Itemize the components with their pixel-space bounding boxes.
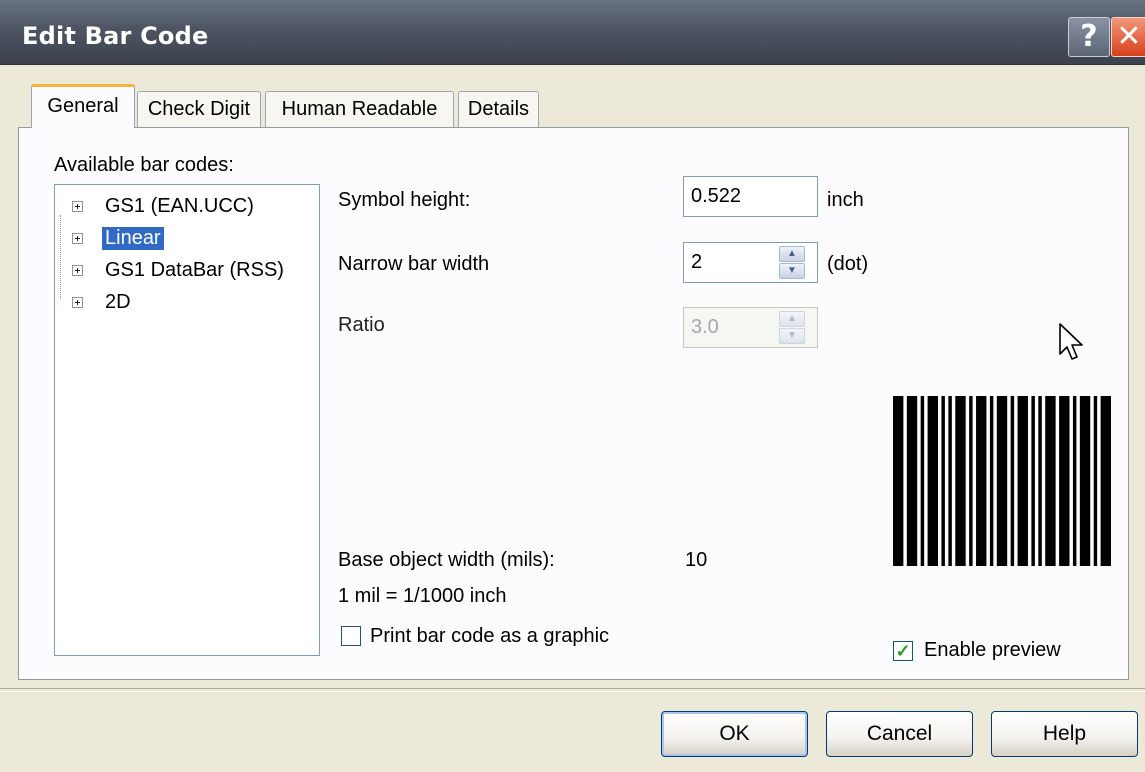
barcode-bar <box>906 396 918 566</box>
barcode-bar <box>1059 396 1070 566</box>
spin-down-icon[interactable]: ▼ <box>779 328 805 344</box>
symbol-height-label: Symbol height: <box>338 189 471 211</box>
enable-preview-checkbox[interactable]: ✓ <box>893 641 913 661</box>
plus-expand-icon[interactable] <box>72 265 83 276</box>
close-icon[interactable]: ✕ <box>1111 17 1145 57</box>
spin-up-icon[interactable]: ▲ <box>779 311 805 327</box>
barcode-bar <box>927 396 938 566</box>
barcode-bar <box>1010 396 1015 566</box>
spin-down-icon[interactable]: ▼ <box>779 263 805 279</box>
barcode-bar <box>996 396 1008 566</box>
tab-check-digit[interactable]: Check Digit <box>137 91 261 127</box>
help-icon[interactable]: ? <box>1068 17 1110 57</box>
barcode-bar <box>1031 396 1035 566</box>
mil-note: 1 mil = 1/1000 inch <box>338 585 507 607</box>
tree-item-label: Linear <box>102 227 164 250</box>
tab-general[interactable]: General <box>31 84 135 128</box>
barcode-bar <box>1100 396 1111 566</box>
base-object-width-label: Base object width (mils): <box>338 549 555 571</box>
ratio-spinner[interactable]: ▲ ▼ <box>779 311 805 345</box>
barcode-bar <box>920 396 925 566</box>
checkmark-icon: ✓ <box>895 641 911 661</box>
barcode-bar <box>1045 396 1056 566</box>
barcode-bar <box>1093 396 1098 566</box>
symbol-height-input[interactable]: 0.522 <box>683 176 818 217</box>
barcode-bar <box>941 396 945 566</box>
footer-separator <box>0 688 1145 692</box>
barcode-bar <box>955 396 966 566</box>
print-as-graphic-checkbox[interactable] <box>341 626 361 646</box>
tab-details[interactable]: Details <box>458 91 539 127</box>
help-button[interactable]: Help <box>991 711 1138 757</box>
base-object-width-value: 10 <box>685 549 708 571</box>
tree-item-label: GS1 (EAN.UCC) <box>105 195 254 217</box>
narrow-bar-width-label: Narrow bar width <box>338 253 490 275</box>
barcode-bar <box>1038 396 1042 566</box>
barcode-bar <box>948 396 952 566</box>
print-as-graphic-label[interactable]: Print bar code as a graphic <box>370 625 609 648</box>
window-title: Edit Bar Code <box>22 22 209 50</box>
barcode-bar <box>969 396 973 566</box>
spin-up-icon[interactable]: ▲ <box>779 246 805 262</box>
available-barcodes-label: Available bar codes: <box>54 154 234 176</box>
plus-expand-icon[interactable] <box>72 233 83 244</box>
symbol-height-unit: inch <box>827 189 864 211</box>
barcode-bar <box>1072 396 1077 566</box>
barcode-bar <box>1079 396 1091 566</box>
barcode-tree[interactable]: GS1 (EAN.UCC) Linear GS1 DataBar (RSS) 2… <box>54 184 320 656</box>
plus-expand-icon[interactable] <box>72 201 83 212</box>
ratio-label: Ratio <box>338 314 385 336</box>
narrow-bar-width-spinner[interactable]: ▲ ▼ <box>779 246 805 280</box>
ok-button[interactable]: OK <box>661 711 808 757</box>
mouse-cursor-icon <box>1059 323 1083 360</box>
tab-human-readable[interactable]: Human Readable <box>265 91 454 127</box>
barcode-bar <box>976 396 987 566</box>
narrow-bar-width-unit: (dot) <box>827 253 869 275</box>
tree-item-label: GS1 DataBar (RSS) <box>105 259 284 281</box>
barcode-bar <box>893 396 904 566</box>
plus-expand-icon[interactable] <box>72 297 83 308</box>
barcode-bar <box>1017 396 1028 566</box>
barcode-bar <box>989 396 994 566</box>
tree-item-label: 2D <box>105 291 131 313</box>
barcode-preview <box>893 396 1111 566</box>
cancel-button[interactable]: Cancel <box>826 711 973 757</box>
enable-preview-label[interactable]: Enable preview <box>924 639 1061 662</box>
